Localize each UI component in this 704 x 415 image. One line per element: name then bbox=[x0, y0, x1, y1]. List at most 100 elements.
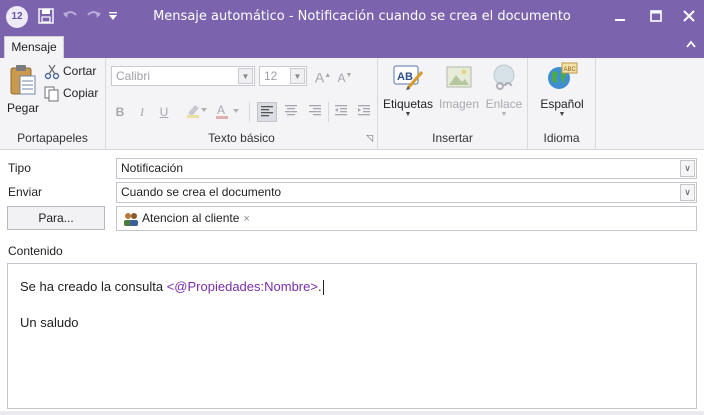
paste-label: Pegar bbox=[6, 101, 40, 115]
insert-group-label: Insertar bbox=[432, 131, 473, 145]
chevron-down-icon: ▼ bbox=[290, 68, 305, 84]
image-label: Imagen bbox=[438, 97, 480, 111]
close-icon bbox=[683, 10, 695, 22]
cut-label: Cortar bbox=[63, 64, 97, 79]
cut-button[interactable]: Cortar bbox=[44, 64, 96, 80]
language-group-label: Idioma bbox=[543, 131, 580, 145]
undo-button[interactable] bbox=[62, 8, 78, 26]
tags-button[interactable]: AB Etiquetas ▼ bbox=[382, 62, 434, 118]
ribbon: Pegar Cortar Copiar Portapapeles Calibri… bbox=[0, 58, 704, 150]
align-center-button[interactable] bbox=[281, 102, 301, 122]
paste-icon bbox=[10, 65, 36, 95]
decrease-indent-button[interactable] bbox=[331, 102, 351, 122]
recipients-field[interactable]: Atencion al cliente × bbox=[116, 206, 697, 231]
separator bbox=[328, 102, 329, 122]
paste-button[interactable]: Pegar bbox=[4, 62, 42, 115]
language-group: ABC Español ▼ Idioma bbox=[528, 58, 596, 150]
recipient-name: Atencion al cliente bbox=[142, 211, 240, 225]
separator bbox=[249, 102, 250, 122]
type-select[interactable]: Notificación ∨ bbox=[116, 158, 697, 179]
language-label: Español bbox=[540, 97, 584, 111]
minimize-button[interactable] bbox=[605, 4, 635, 28]
maximize-icon bbox=[650, 10, 662, 22]
close-button[interactable] bbox=[674, 4, 704, 28]
customize-toolbar-button[interactable] bbox=[108, 10, 118, 28]
minimize-icon bbox=[615, 19, 625, 21]
scissors-icon bbox=[44, 64, 60, 80]
maximize-button[interactable] bbox=[641, 4, 671, 28]
insert-image-button[interactable]: Imagen bbox=[436, 62, 482, 111]
align-right-icon bbox=[309, 105, 321, 116]
send-select[interactable]: Cuando se crea el documento ∨ bbox=[116, 182, 697, 203]
tab-mensaje[interactable]: Mensaje bbox=[4, 36, 64, 58]
font-family-value: Calibri bbox=[116, 69, 151, 83]
property-token[interactable]: <@Propiedades:Nombre> bbox=[167, 279, 318, 294]
indent-icon bbox=[358, 105, 370, 116]
svg-text:ABC: ABC bbox=[564, 67, 577, 73]
font-color-icon: A bbox=[216, 103, 239, 119]
shrink-font-button[interactable]: A▼ bbox=[336, 66, 354, 86]
font-family-select[interactable]: Calibri ▼ bbox=[111, 66, 255, 86]
increase-indent-button[interactable] bbox=[354, 102, 374, 122]
app-icon: 12 bbox=[6, 6, 28, 28]
remove-recipient-icon[interactable]: × bbox=[243, 213, 249, 225]
redo-button[interactable] bbox=[86, 8, 102, 26]
collapse-ribbon-button[interactable] bbox=[686, 40, 696, 51]
grow-font-icon: A bbox=[314, 69, 325, 86]
chevron-up-icon bbox=[686, 40, 696, 48]
chevron-down-icon: ∨ bbox=[680, 160, 695, 177]
copy-icon bbox=[44, 86, 59, 102]
basic-text-group: Calibri ▼ 12 ▼ A▲ A▼ B I U A Texto básic… bbox=[106, 58, 378, 150]
copy-button[interactable]: Copiar bbox=[44, 86, 98, 102]
send-value: Cuando se crea el documento bbox=[121, 185, 282, 199]
text-caret bbox=[322, 280, 324, 296]
body-line-1: Se ha creado la consulta <@Propiedades:N… bbox=[20, 278, 684, 296]
tags-icon: AB bbox=[393, 65, 424, 90]
language-button[interactable]: ABC Español ▼ bbox=[534, 62, 590, 118]
highlighter-icon bbox=[187, 105, 207, 118]
bold-button[interactable]: B bbox=[112, 102, 128, 122]
to-button[interactable]: Para... bbox=[7, 206, 105, 230]
font-size-select[interactable]: 12 ▼ bbox=[259, 66, 307, 86]
message-body-editor[interactable]: Se ha creado la consulta <@Propiedades:N… bbox=[7, 263, 697, 409]
align-left-button[interactable] bbox=[257, 102, 277, 122]
body-text-end: . bbox=[317, 279, 322, 294]
copy-label: Copiar bbox=[63, 86, 99, 101]
save-button[interactable] bbox=[38, 8, 54, 26]
bold-icon: B bbox=[115, 105, 125, 119]
insert-group: AB Etiquetas ▼ Imagen Enlace ▼ Insertar bbox=[378, 58, 528, 150]
link-label: Enlace bbox=[485, 97, 523, 111]
chevron-down-icon: ▼ bbox=[404, 111, 412, 118]
italic-icon: I bbox=[140, 105, 144, 119]
undo-icon bbox=[63, 11, 77, 18]
clipboard-group: Pegar Cortar Copiar Portapapeles bbox=[0, 58, 106, 150]
align-left-icon bbox=[261, 106, 273, 117]
recipient-chip[interactable]: Atencion al cliente × bbox=[123, 211, 250, 226]
underline-icon: U bbox=[159, 105, 169, 119]
svg-text:AB: AB bbox=[397, 71, 413, 83]
italic-button[interactable]: I bbox=[134, 102, 150, 122]
chevron-down-icon: ▼ bbox=[500, 111, 508, 118]
type-value: Notificación bbox=[121, 161, 184, 175]
body-text: Se ha creado la consulta bbox=[20, 279, 167, 294]
image-icon bbox=[446, 66, 472, 88]
link-globe-icon bbox=[493, 64, 515, 90]
shrink-font-icon: A bbox=[337, 71, 346, 85]
dialog-launcher-icon[interactable]: ◹ bbox=[366, 133, 373, 144]
body-line-2: Un saludo bbox=[20, 315, 79, 330]
chevron-down-icon: ∨ bbox=[680, 184, 695, 201]
group-users-icon bbox=[124, 212, 138, 226]
window-bottom-edge bbox=[0, 411, 704, 415]
underline-button[interactable]: U bbox=[156, 102, 172, 122]
grow-font-button[interactable]: A▲ bbox=[314, 66, 332, 86]
highlight-button[interactable] bbox=[184, 102, 210, 122]
language-globe-icon: ABC bbox=[548, 62, 578, 89]
content-label: Contenido bbox=[8, 244, 63, 258]
font-color-button[interactable]: A bbox=[214, 102, 244, 122]
type-label: Tipo bbox=[8, 161, 31, 175]
title-bar: 12 Mensaje automático - Notificación cua… bbox=[0, 0, 704, 34]
insert-link-button[interactable]: Enlace ▼ bbox=[482, 62, 526, 118]
save-icon bbox=[38, 8, 54, 24]
align-right-button[interactable] bbox=[305, 102, 325, 122]
chevron-down-icon: ▼ bbox=[558, 111, 566, 118]
